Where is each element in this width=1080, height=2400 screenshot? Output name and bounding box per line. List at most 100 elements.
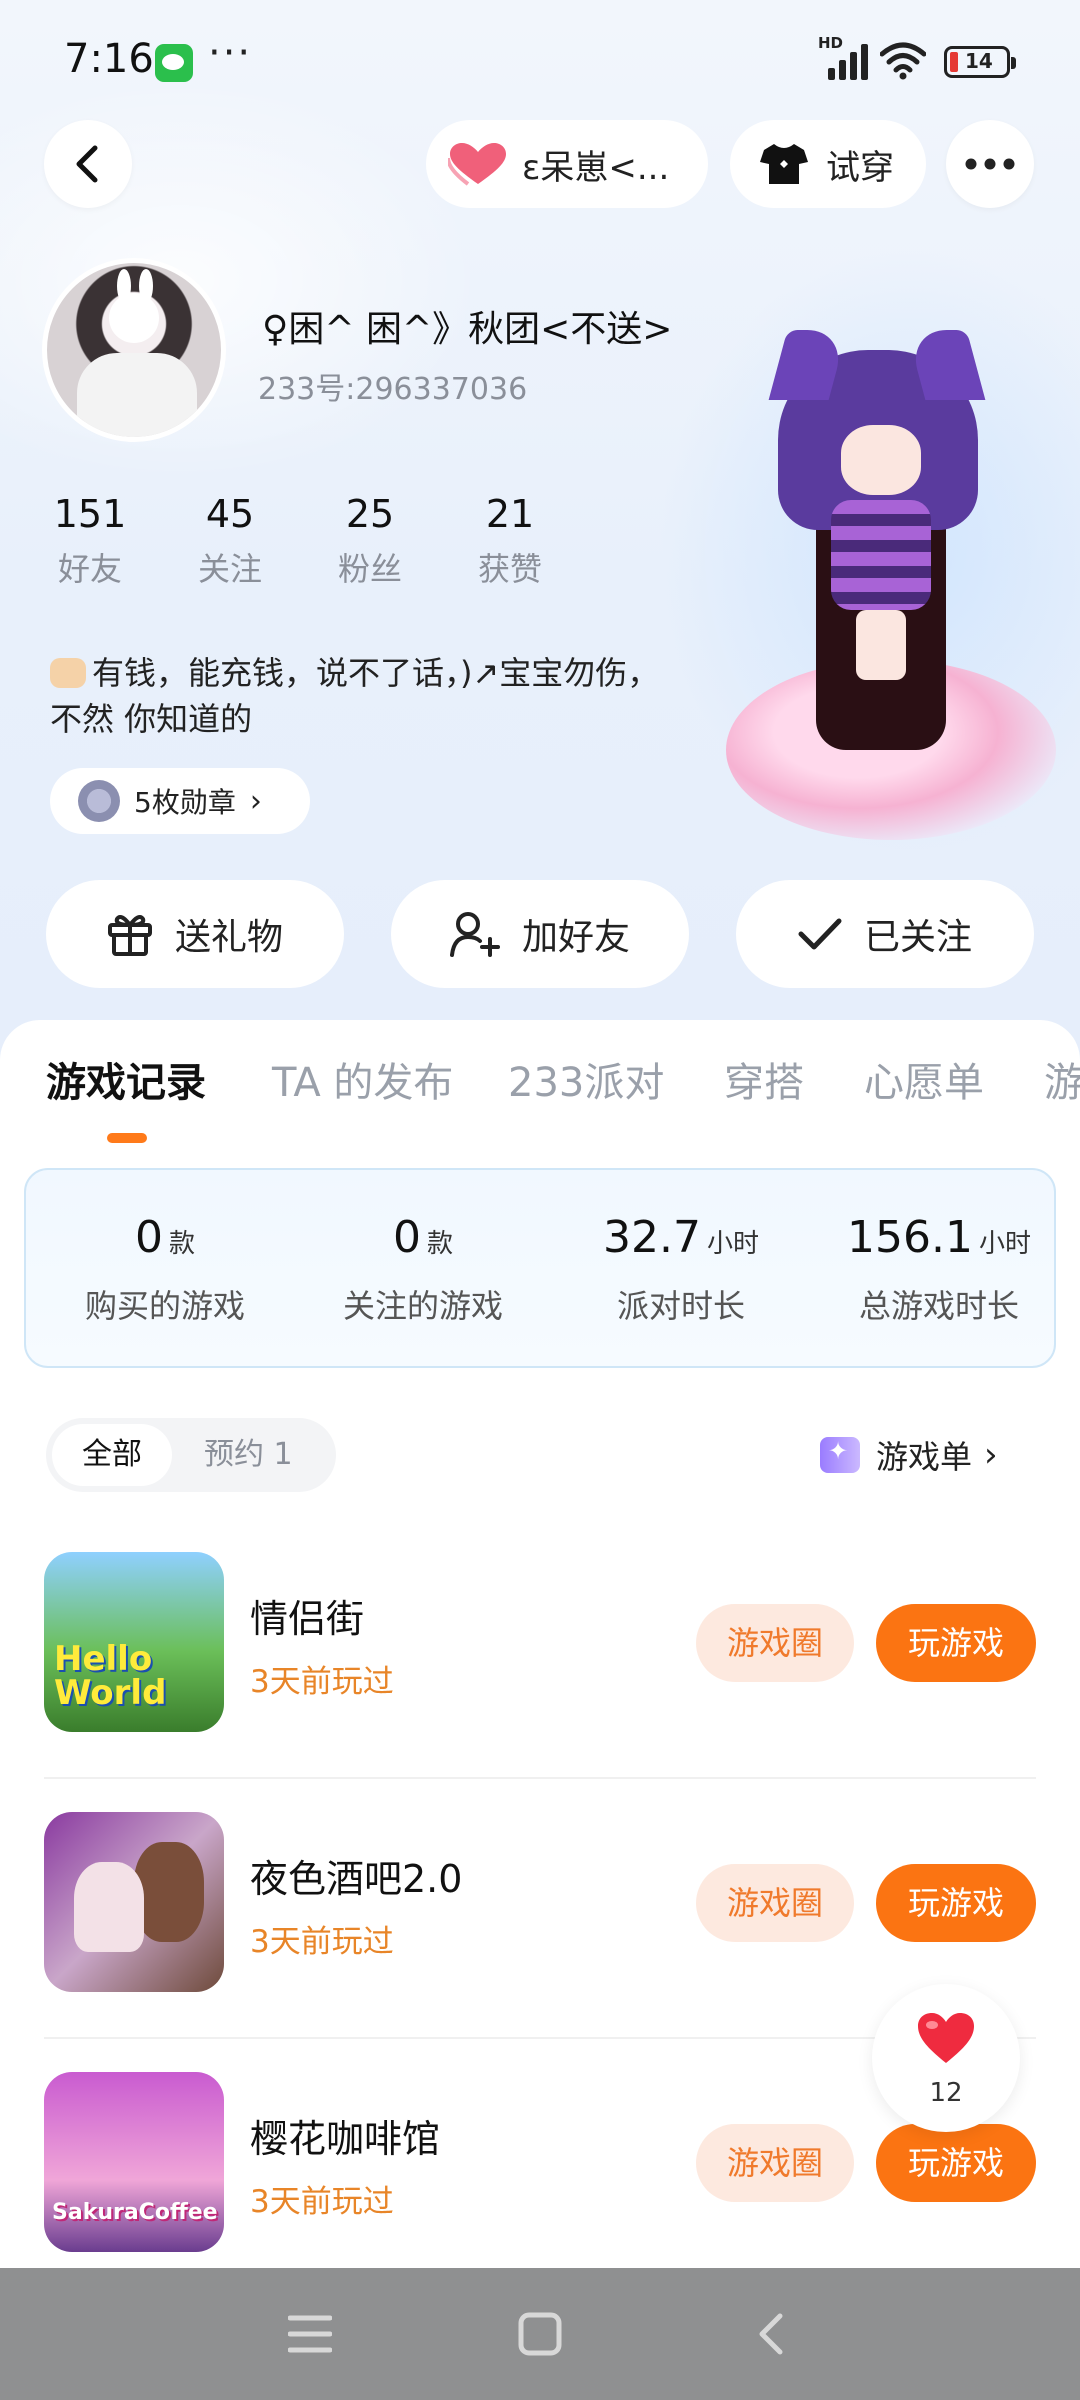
medal-icon	[78, 780, 120, 822]
avatar-3d-figure[interactable]	[726, 330, 1056, 840]
medals-button[interactable]: 5枚勋章 ›	[50, 768, 310, 834]
summary-value: 32.7	[603, 1212, 701, 1263]
summary-value: 0	[392, 1212, 421, 1263]
nickname: ♀困^ 困^》秋团<不送>	[262, 309, 673, 350]
game-list-button[interactable]: 游戏单 ›	[820, 1432, 998, 1478]
summary-purchased[interactable]: 0款 购买的游戏	[36, 1212, 294, 1327]
stat-value: 45	[205, 492, 255, 536]
play-game-button[interactable]: 玩游戏	[876, 1604, 1036, 1682]
game-pill-label: ε呆崽<...	[522, 147, 670, 188]
gift-icon	[107, 915, 152, 956]
last-played: 3天前玩过	[250, 1924, 394, 1960]
tab-more[interactable]: 游	[1044, 1050, 1080, 1108]
stat-label: 获赞	[477, 550, 542, 588]
add-user-icon	[449, 912, 500, 957]
thumbs-emoji-icon	[50, 658, 86, 688]
summary-unit: 小时	[706, 1229, 759, 1259]
more-button[interactable]	[946, 120, 1034, 208]
followed-label: 已关注	[863, 917, 972, 958]
wifi-icon	[880, 42, 926, 80]
try-on-button[interactable]: 试穿	[730, 120, 926, 208]
summary-total-time[interactable]: 156.1 小时 总游戏时长	[810, 1212, 1068, 1327]
filter-all[interactable]: 全部	[52, 1424, 172, 1486]
wechat-icon	[155, 44, 193, 82]
filter-reserved[interactable]: 预约 1	[204, 1418, 293, 1492]
battery-level: 14	[965, 49, 993, 73]
summary-value: 0	[134, 1212, 163, 1263]
summary-label: 总游戏时长	[858, 1287, 1019, 1325]
game-filter: 全部 预约 1	[46, 1418, 336, 1492]
game-icon-text: SakuraCoffee	[52, 2200, 218, 2225]
chevron-right-icon: ›	[249, 783, 262, 819]
game-circle-button[interactable]: 游戏圈	[696, 1604, 854, 1682]
active-tab-indicator	[107, 1133, 147, 1143]
back-icon[interactable]	[756, 2312, 786, 2356]
game-list-label: 游戏单	[876, 1438, 973, 1476]
tab-bar: 游戏记录 TA 的发布 233派对 穿搭 心愿单 游	[0, 1050, 1080, 1150]
game-icon: Hello World	[44, 1552, 224, 1732]
like-count: 12	[929, 2078, 963, 2108]
stat-label: 粉丝	[337, 550, 402, 588]
bio-line-2: 不然 你知道的	[50, 700, 253, 738]
game-icon: SakuraCoffee	[44, 2072, 224, 2252]
summary-value: 156.1	[847, 1212, 973, 1263]
last-played: 3天前玩过	[250, 2184, 394, 2220]
back-button[interactable]	[44, 120, 132, 208]
sparkle-icon	[820, 1437, 860, 1473]
stat-following[interactable]: 45 关注	[170, 492, 290, 590]
game-pill-button[interactable]: ε呆崽<...	[426, 120, 708, 208]
stat-fans[interactable]: 25 粉丝	[310, 492, 430, 590]
stat-label: 关注	[197, 550, 262, 588]
summary-label: 购买的游戏	[84, 1287, 245, 1325]
bio-line-1: 有钱，能充钱，说不了话，)↗宝宝勿伤，	[92, 654, 660, 692]
tab-233-party[interactable]: 233派对	[508, 1050, 664, 1108]
more-notifications-icon: ···	[208, 30, 253, 76]
stat-likes[interactable]: 21 获赞	[450, 492, 570, 590]
game-name: 情侣街	[250, 1597, 365, 1641]
list-item[interactable]: Hello World 情侣街 3天前玩过 游戏圈 玩游戏	[44, 1552, 1036, 1732]
game-circle-button[interactable]: 游戏圈	[696, 1864, 854, 1942]
game-name: 樱花咖啡馆	[250, 2117, 441, 2161]
game-icon-text: Hello World	[54, 1639, 167, 1713]
game-circle-button[interactable]: 游戏圈	[696, 2124, 854, 2202]
signal-icon	[822, 40, 872, 80]
medals-label: 5枚勋章	[134, 786, 236, 819]
game-icon	[44, 1812, 224, 1992]
home-icon[interactable]	[518, 2312, 562, 2356]
summary-unit: 款	[168, 1229, 195, 1259]
heart-icon	[448, 143, 506, 186]
tab-outfits[interactable]: 穿搭	[724, 1050, 804, 1108]
stat-value: 25	[345, 492, 395, 536]
tshirt-icon	[760, 144, 808, 184]
summary-label: 关注的游戏	[342, 1287, 503, 1325]
followed-button[interactable]: 已关注	[736, 880, 1034, 988]
heart-icon	[918, 2013, 974, 2063]
tab-posts[interactable]: TA 的发布	[272, 1050, 453, 1108]
status-time: 7:16	[64, 36, 154, 82]
stat-label: 好友	[57, 550, 122, 588]
stat-value: 151	[53, 492, 127, 536]
menu-icon[interactable]	[288, 2314, 332, 2354]
send-gift-button[interactable]: 送礼物	[46, 880, 344, 988]
summary-party-time[interactable]: 32.7 小时 派对时长	[552, 1212, 810, 1327]
chevron-right-icon: ›	[984, 1435, 998, 1475]
play-game-button[interactable]: 玩游戏	[876, 2124, 1036, 2202]
list-item[interactable]: 夜色酒吧2.0 3天前玩过 游戏圈 玩游戏	[44, 1812, 1036, 1992]
play-game-button[interactable]: 玩游戏	[876, 1864, 1036, 1942]
stat-friends[interactable]: 151 好友	[30, 492, 150, 590]
game-name: 夜色酒吧2.0	[250, 1857, 463, 1901]
check-icon	[798, 918, 842, 950]
avatar[interactable]	[42, 258, 226, 442]
add-friend-button[interactable]: 加好友	[391, 880, 689, 988]
game-summary-card: 0款 购买的游戏 0款 关注的游戏 32.7 小时 派对时长 156.1 小时 总游…	[24, 1168, 1056, 1368]
more-dots-icon	[965, 158, 1015, 170]
like-button[interactable]: 12	[872, 1984, 1020, 2132]
user-id: 233号:296337036	[258, 372, 528, 407]
summary-followed-games[interactable]: 0款 关注的游戏	[294, 1212, 552, 1327]
tab-game-records[interactable]: 游戏记录	[46, 1050, 206, 1108]
back-arrow-icon	[76, 145, 98, 183]
battery-icon: 14	[944, 46, 1016, 78]
tab-wishlist[interactable]: 心愿单	[864, 1050, 984, 1108]
send-gift-label: 送礼物	[174, 917, 283, 958]
summary-label: 派对时长	[616, 1287, 745, 1325]
